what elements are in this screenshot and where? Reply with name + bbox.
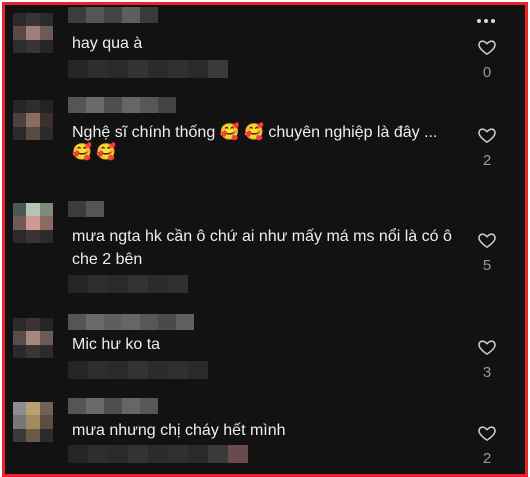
like-button[interactable]: 0 [475, 37, 499, 81]
comment-text: Mic hư ko ta [72, 336, 161, 353]
heart-outline-icon [478, 340, 496, 355]
comment-text: hay qua à [72, 35, 143, 52]
like-count: 5 [482, 257, 492, 274]
more-dot [484, 19, 488, 23]
username-blurred[interactable] [68, 97, 176, 113]
like-button[interactable]: 2 [475, 423, 499, 467]
comments-panel: hay qua à 0 Nghệ sĩ chính thống 🥰 🥰 chuy… [2, 2, 528, 477]
more-options-icon[interactable] [477, 19, 495, 23]
avatar[interactable] [13, 203, 53, 243]
heart-outline-icon [478, 128, 496, 143]
more-dot [491, 19, 495, 23]
more-dot [477, 19, 481, 23]
username-blurred[interactable] [68, 7, 158, 23]
username-blurred[interactable] [68, 314, 194, 330]
like-count: 3 [482, 364, 492, 381]
avatar[interactable] [13, 13, 53, 53]
avatar[interactable] [13, 100, 53, 140]
heart-outline-icon [478, 40, 496, 55]
comment-text-line2: che 2 bên [72, 251, 143, 268]
like-count: 2 [482, 152, 492, 169]
like-button[interactable]: 2 [475, 125, 499, 169]
avatar[interactable] [13, 318, 53, 358]
comment-meta-blurred [68, 60, 228, 78]
comment-meta-blurred [68, 275, 188, 293]
like-button[interactable]: 3 [475, 337, 499, 381]
username-blurred[interactable] [68, 201, 104, 217]
comment-text: mưa nhưng chị cháy hết mình [72, 422, 286, 439]
like-button[interactable]: 5 [475, 230, 499, 274]
heart-outline-icon [478, 233, 496, 248]
username-blurred[interactable] [68, 398, 158, 414]
heart-outline-icon [478, 426, 496, 441]
avatar[interactable] [13, 402, 53, 442]
comment-text-line2: 🥰 🥰 [72, 144, 117, 161]
comment-text: mưa ngta hk cần ô chứ ai như mấy má ms n… [72, 228, 452, 245]
like-count: 0 [482, 64, 492, 81]
comment-meta-blurred [68, 361, 208, 379]
comment-meta-blurred [68, 445, 248, 463]
like-count: 2 [482, 450, 492, 467]
